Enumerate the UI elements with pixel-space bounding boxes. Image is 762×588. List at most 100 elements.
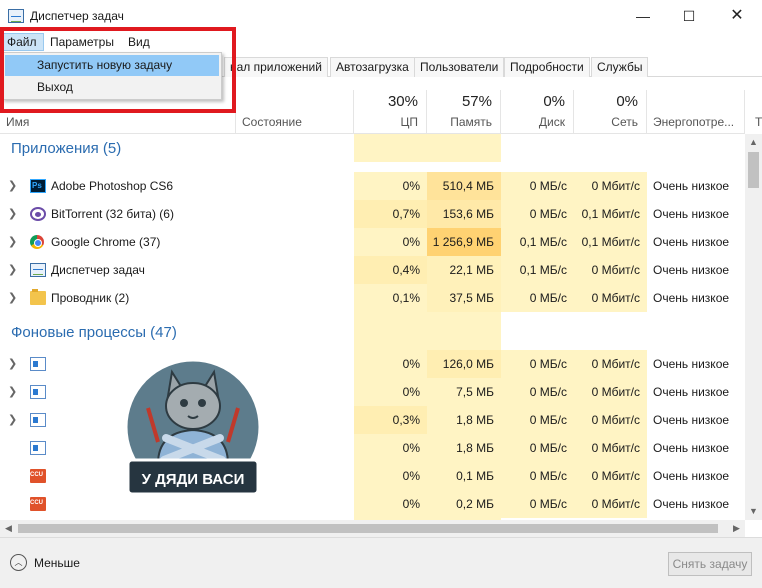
maximize-button[interactable]: ☐ [666,0,712,32]
window-icon [30,413,46,427]
table-row[interactable]: 0% 1,8 МБ 0 МБ/с 0 Мбит/с Очень низкое [0,434,745,462]
disk-value: 0 МБ/с [501,434,574,462]
close-button[interactable]: ✕ [714,0,760,32]
column-status[interactable]: Состояние [236,90,354,134]
group-header-background: Фоновые процессы (47) [0,312,745,350]
cpu-value: 0% [354,434,427,462]
power-value: Очень низкое [653,497,730,511]
network-value: 0 Мбит/с [574,434,647,462]
disk-value: 0 МБ/с [501,490,574,518]
disk-value: 0,1 МБ/с [501,228,574,256]
chevron-right-icon[interactable]: ❯ [8,179,18,192]
power-value: Очень низкое [653,263,730,277]
chevron-right-icon[interactable]: ❯ [8,235,18,248]
tab-details[interactable]: Подробности [504,57,590,77]
chevron-right-icon[interactable]: ❯ [8,413,18,426]
chevron-right-icon[interactable]: ❯ [8,385,18,398]
process-name: Google Chrome (37) [51,235,161,249]
task-manager-icon [8,9,24,23]
power-value: Очень низкое [653,179,730,193]
table-row[interactable]: ❯ 0,3% 1,8 МБ 0 МБ/с 0 Мбит/с Очень низк… [0,406,745,434]
power-value: Очень низкое [653,385,730,399]
scroll-thumb-horizontal[interactable] [18,524,718,533]
group-header-apps: Приложения (5) [0,134,745,162]
column-cut[interactable]: Т [745,90,762,134]
table-row[interactable]: ❯ Google Chrome (37) 0% 1 256,9 МБ 0,1 М… [0,228,745,256]
power-value: Очень низкое [653,469,730,483]
power-value: Очень низкое [653,413,730,427]
scroll-left-icon[interactable]: ◀ [0,520,17,537]
table-row[interactable]: ❯ Диспетчер задач 0,4% 22,1 МБ 0,1 МБ/с … [0,256,745,284]
column-network-label: Сеть [611,115,638,129]
end-task-button[interactable]: Снять задачу [668,552,752,576]
memory-value: 7,5 МБ [427,378,501,406]
cpu-value: 0% [354,228,427,256]
vertical-scrollbar[interactable]: ▲ ▼ [745,134,762,520]
process-name: BitTorrent (32 бита) (6) [51,207,174,221]
cpu-total: 30% [387,93,418,110]
disk-value: 0 МБ/с [501,200,574,228]
chevron-right-icon[interactable]: ❯ [8,357,18,370]
table-row[interactable]: 0% 0,2 МБ 0 МБ/с 0 Мбит/с Очень низкое [0,490,745,518]
chevron-right-icon[interactable]: ❯ [8,207,18,220]
network-value: 0 Мбит/с [574,462,647,490]
table-row[interactable]: ❯ 0% 126,0 МБ 0 МБ/с 0 Мбит/с Очень низк… [0,350,745,378]
scroll-down-icon[interactable]: ▼ [745,503,762,520]
chevron-right-icon[interactable]: ❯ [8,291,18,304]
network-value: 0 Мбит/с [574,350,647,378]
power-value: Очень низкое [653,235,730,249]
process-table: Приложения (5) ❯ Adobe Photoshop CS6 0% … [0,134,745,520]
annotation-highlight-frame [0,27,236,113]
table-row[interactable]: ❯ Adobe Photoshop CS6 0% 510,4 МБ 0 МБ/с… [0,172,745,200]
network-value: 0 Мбит/с [574,378,647,406]
column-status-label: Состояние [242,115,302,129]
column-memory-label: Память [450,115,492,129]
chrome-icon [30,235,44,249]
network-value: 0 Мбит/с [574,490,647,518]
tab-startup[interactable]: Автозагрузка [330,57,415,77]
less-details-link[interactable]: Меньше [34,556,80,570]
cpu-value: 0% [354,172,427,200]
cpu-value: 0,4% [354,256,427,284]
table-row[interactable]: ❯ BitTorrent (32 бита) (6) 0,7% 153,6 МБ… [0,200,745,228]
column-name-label: Имя [6,115,30,129]
ccu-icon [30,497,46,511]
horizontal-scrollbar[interactable]: ◀ ▶ [0,520,745,537]
disk-value: 0 МБ/с [501,350,574,378]
column-memory[interactable]: 57% Память [427,90,501,134]
memory-value: 1 256,9 МБ [427,228,501,256]
network-value: 0,1 Мбит/с [574,200,647,228]
network-value: 0 Мбит/с [574,406,647,434]
minimize-button[interactable]: — [620,0,666,32]
column-power-label: Энергопотре... [653,115,735,129]
folder-icon [30,289,46,305]
disk-value: 0,1 МБ/с [501,256,574,284]
column-cpu[interactable]: 30% ЦП [354,90,427,134]
scroll-up-icon[interactable]: ▲ [745,134,762,151]
power-value: Очень низкое [653,441,730,455]
watermark-text: У ДЯДИ ВАСИ [142,471,245,488]
column-power[interactable]: Энергопотре... [647,90,745,134]
chevron-right-icon[interactable]: ❯ [8,263,18,276]
column-cpu-label: ЦП [400,115,418,129]
tab-services[interactable]: Службы [591,57,649,77]
disk-value: 0 МБ/с [501,284,574,312]
cpu-value: 0,7% [354,200,427,228]
table-row[interactable]: ❯ 0% 7,5 МБ 0 МБ/с 0 Мбит/с Очень низкое [0,378,745,406]
power-value: Очень низкое [653,207,730,221]
column-network[interactable]: 0% Сеть [574,90,647,134]
tab-users[interactable]: Пользователи [414,57,505,77]
window-icon [30,441,46,455]
cpu-value: 0,1% [354,284,427,312]
chevron-up-icon[interactable]: ︿ [10,554,27,571]
table-row[interactable]: ❯ Проводник (2) 0,1% 37,5 МБ 0 МБ/с 0 Мб… [0,284,745,312]
table-row[interactable]: 0% 0,1 МБ 0 МБ/с 0 Мбит/с Очень низкое [0,462,745,490]
group-title-apps: Приложения (5) [11,140,122,157]
process-name: Adobe Photoshop CS6 [51,179,174,193]
scroll-thumb[interactable] [748,152,759,188]
tab-app-history[interactable]: нал приложений [224,57,328,77]
column-disk[interactable]: 0% Диск [501,90,574,134]
memory-value: 37,5 МБ [427,284,501,312]
network-total: 0% [616,93,638,110]
scroll-right-icon[interactable]: ▶ [728,520,745,537]
